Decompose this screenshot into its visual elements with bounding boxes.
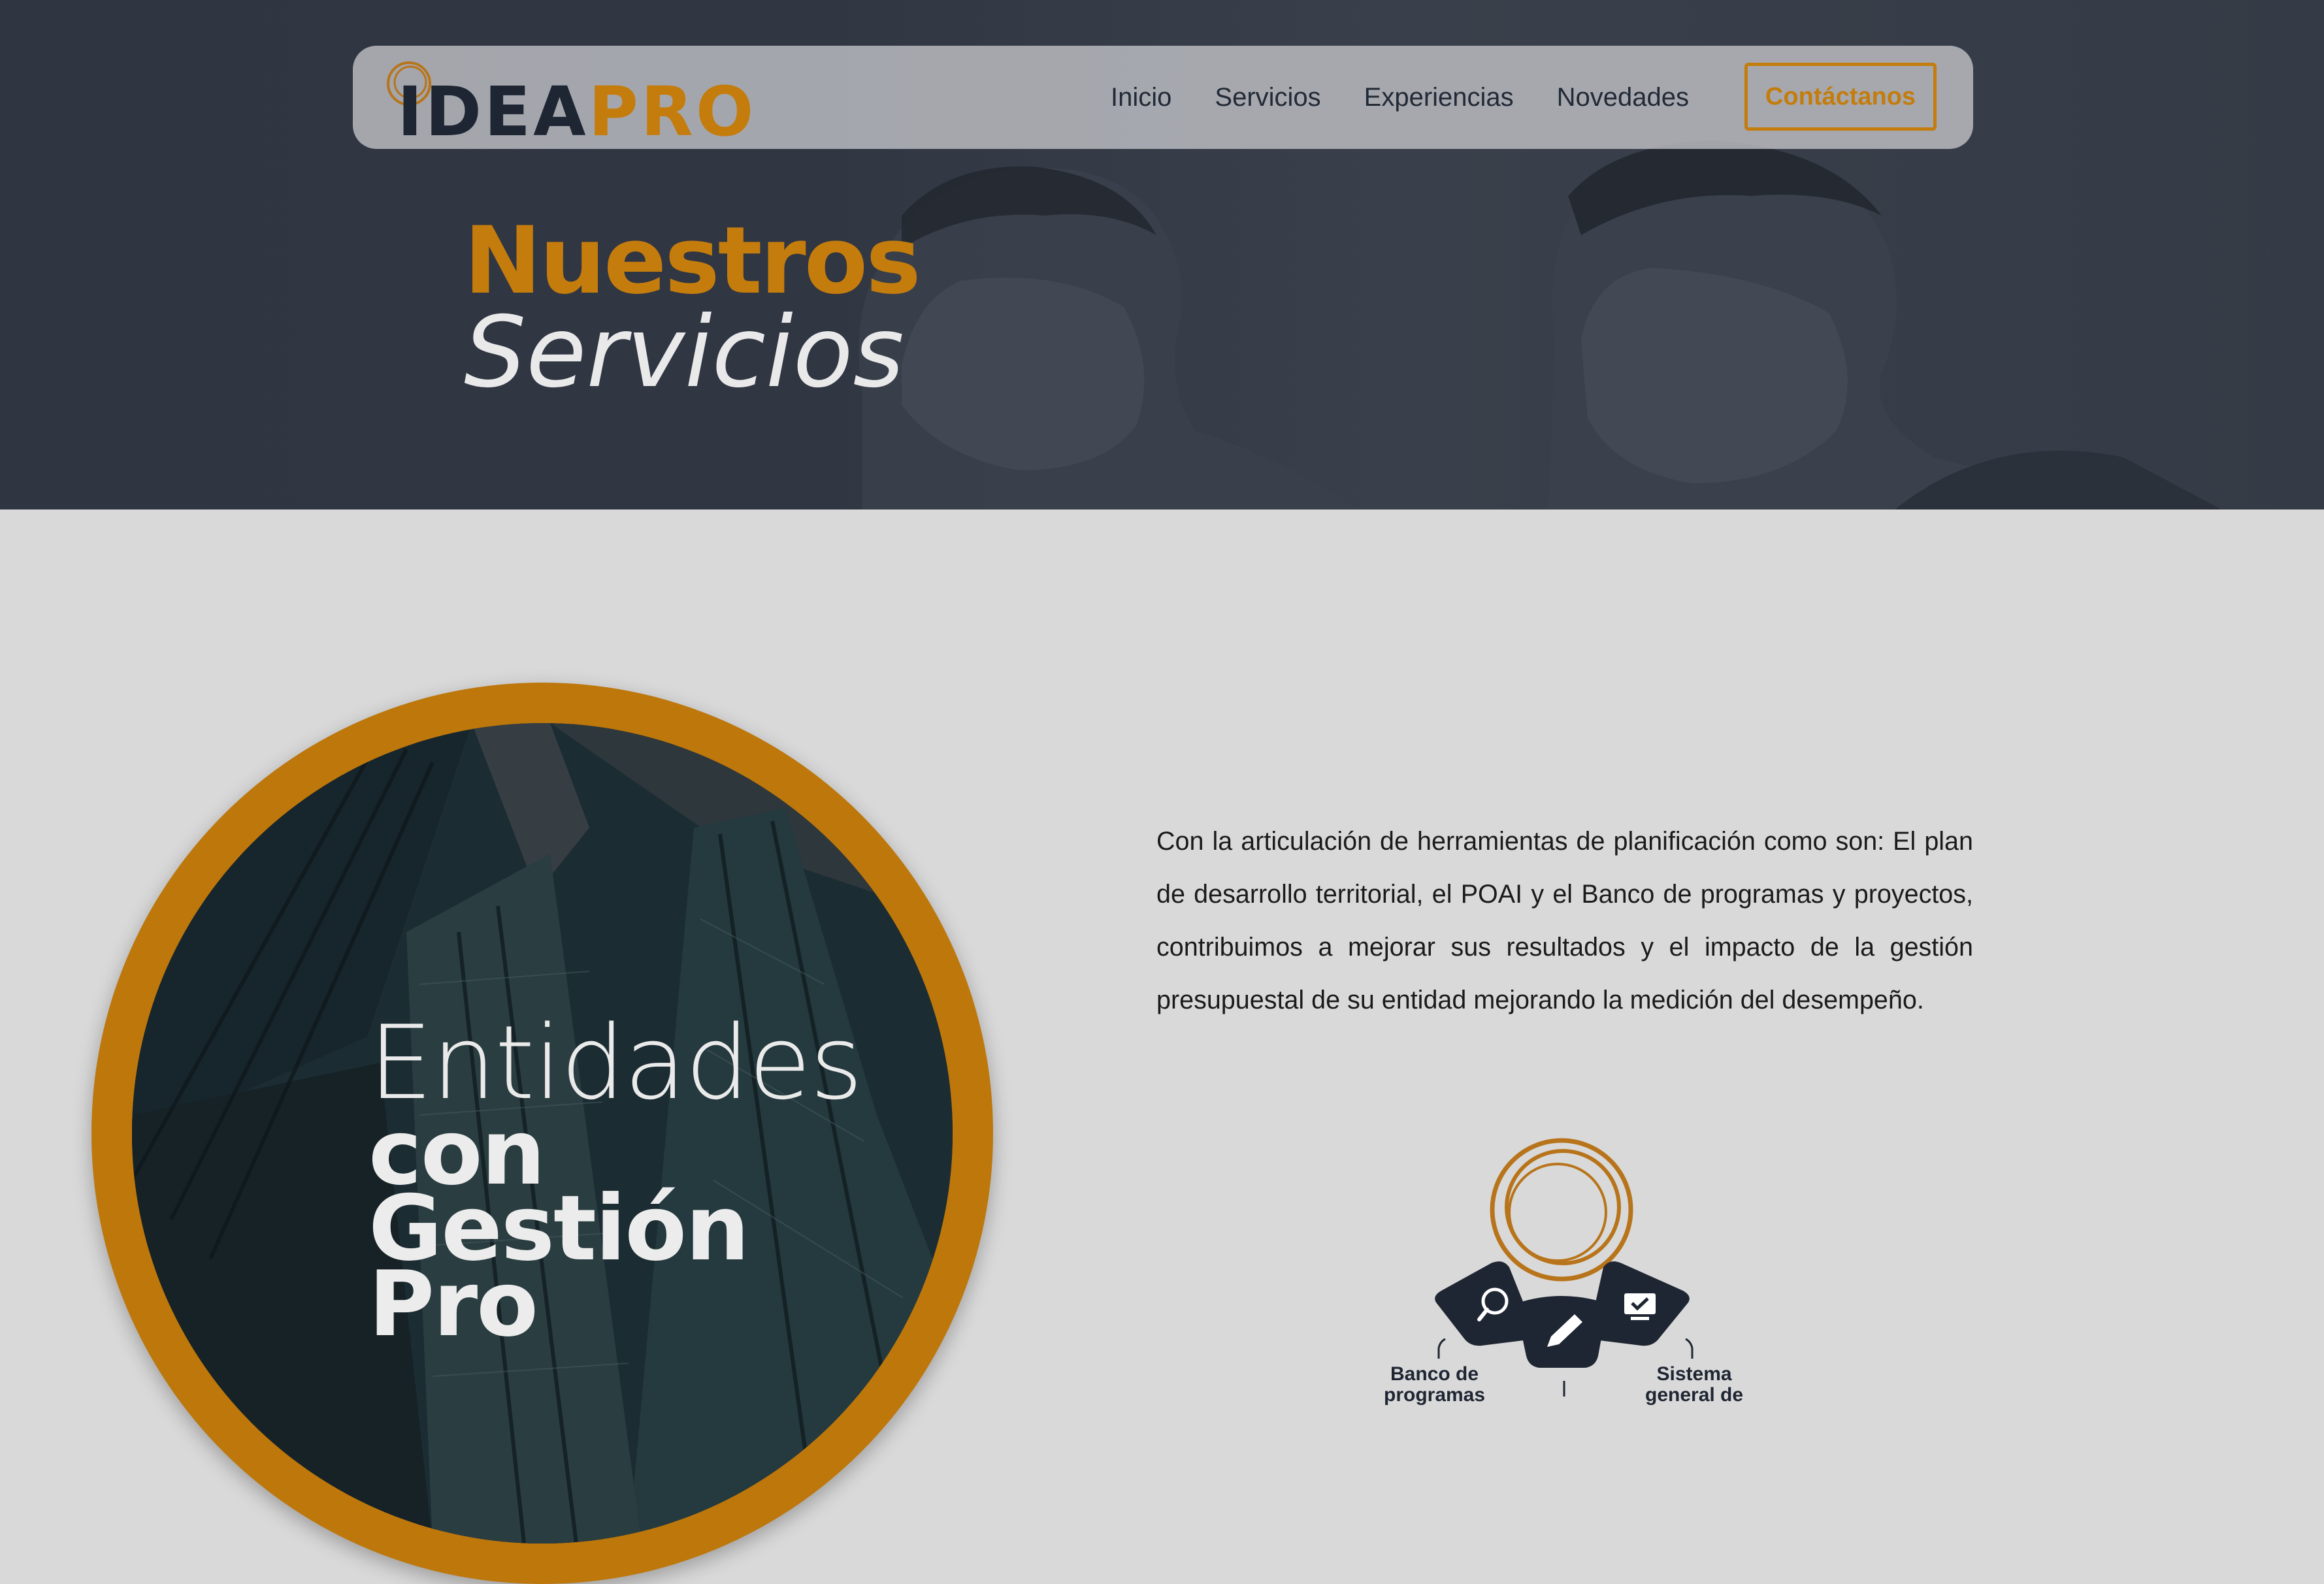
- nav-link-novedades[interactable]: Novedades: [1557, 83, 1689, 112]
- circle-title-bold: con Gestión Pro: [368, 1108, 749, 1350]
- diagram-label-banco: Banco de programas: [1384, 1364, 1485, 1406]
- diagram-label-sistema: Sistema general de: [1645, 1364, 1743, 1406]
- diagram-label-sistema-line1: Sistema: [1656, 1363, 1732, 1385]
- planning-tools-diagram: Banco de programas Sistema general de: [1372, 1137, 1764, 1411]
- ideapro-logo[interactable]: IDEAPRO: [384, 59, 753, 148]
- hero-title-light: Servicios: [464, 296, 904, 410]
- search-icon: [1435, 1261, 1533, 1346]
- contact-button[interactable]: Contáctanos: [1744, 63, 1937, 131]
- diagram-label-sistema-line2: general de: [1645, 1384, 1744, 1406]
- hero-banner: IDEAPRO Inicio Servicios Experiencias No…: [0, 0, 2324, 509]
- feature-circle-photo: Entidades con Gestión Pro: [132, 723, 953, 1544]
- nav-link-inicio[interactable]: Inicio: [1111, 83, 1171, 112]
- circle-title-light: Entidades: [368, 1003, 863, 1122]
- diagram-label-banco-line2: programas: [1384, 1384, 1486, 1406]
- feature-circle: Entidades con Gestión Pro: [91, 683, 993, 1584]
- nav-links: Inicio Servicios Experiencias Novedades: [1111, 46, 1732, 149]
- monitor-check-icon: [1590, 1261, 1690, 1346]
- diagram-label-banco-line1: Banco de: [1390, 1363, 1479, 1385]
- diagram-logo-rings-icon: [1490, 1138, 1633, 1282]
- top-navigation-bar: IDEAPRO Inicio Servicios Experiencias No…: [353, 46, 1973, 149]
- logo-pro-text: PRO: [588, 72, 757, 152]
- nav-link-servicios[interactable]: Servicios: [1215, 83, 1320, 112]
- logo-idea-text: IDEA: [397, 72, 589, 152]
- logo-wordmark: IDEAPRO: [397, 76, 756, 148]
- intro-paragraph: Con la articulación de herramientas de p…: [1156, 827, 1973, 1014]
- nav-link-experiencias[interactable]: Experiencias: [1364, 83, 1514, 112]
